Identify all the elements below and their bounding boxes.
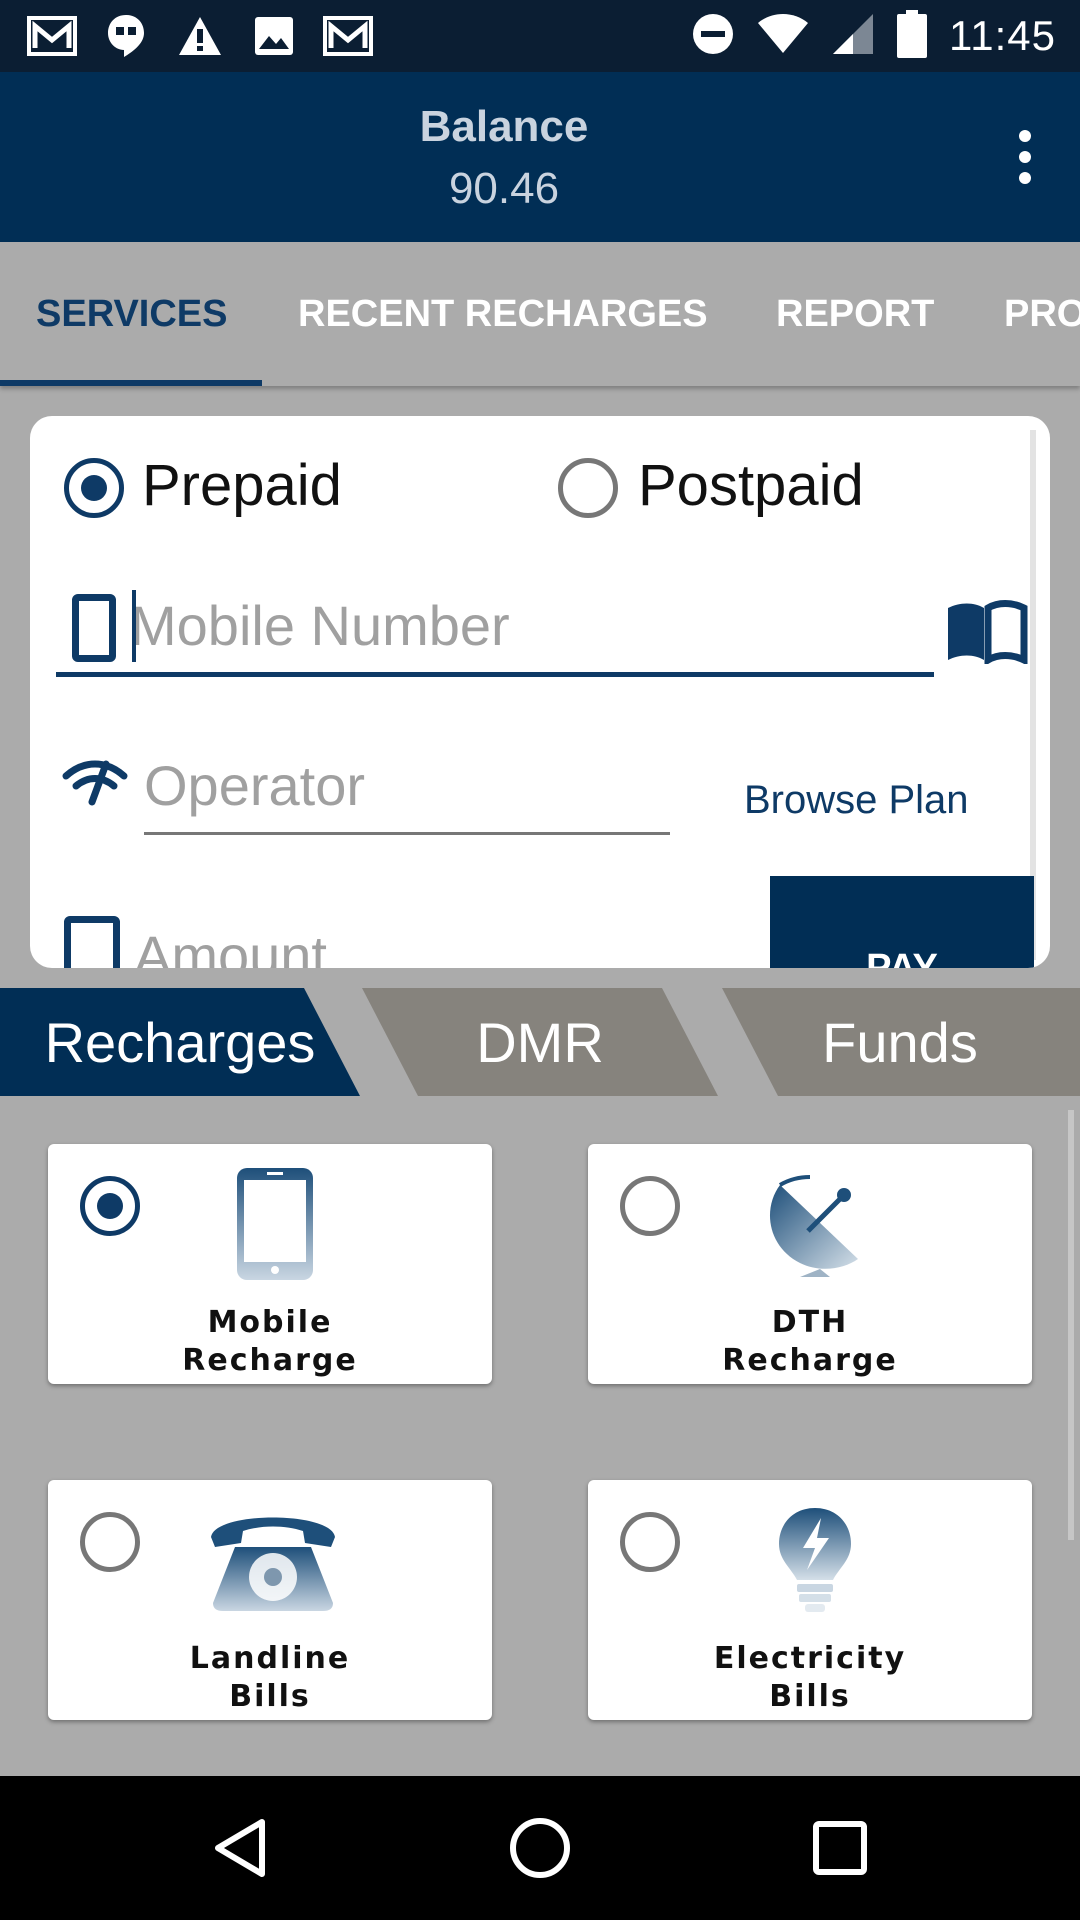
smartphone-icon: [220, 1164, 330, 1284]
recents-icon[interactable]: [790, 1806, 890, 1890]
operator-input[interactable]: Operator: [144, 746, 670, 826]
tab-recent-recharges[interactable]: RECENT RECHARGES: [298, 242, 708, 386]
mobile-recharge-radio[interactable]: [80, 1176, 140, 1236]
main-tabs: SERVICES RECENT RECHARGES REPORT PRO: [0, 242, 1080, 386]
lightbulb-icon: [760, 1500, 870, 1620]
alert-icon: [174, 12, 226, 60]
gmail-icon: [322, 12, 374, 60]
home-icon[interactable]: [490, 1806, 590, 1890]
telephone-icon: [198, 1500, 348, 1620]
amount-input[interactable]: Amount: [134, 916, 327, 968]
page-scrollbar[interactable]: [1068, 1110, 1074, 1540]
satellite-dish-icon: [760, 1164, 870, 1284]
hangouts-icon: [100, 12, 152, 60]
service-tile-dth-recharge[interactable]: DTH Recharge: [588, 1144, 1032, 1384]
electricity-bills-label: Electricity Bills: [713, 1641, 907, 1714]
tab-profile[interactable]: PRO: [1004, 242, 1080, 386]
image-icon: [248, 12, 300, 60]
contacts-book-icon[interactable]: [944, 600, 1028, 669]
balance-value: 90.46: [448, 164, 560, 213]
navigation-bar: [0, 1776, 1080, 1920]
service-tile-landline-bills[interactable]: Landline Bills: [48, 1480, 492, 1720]
amount-icon: [64, 916, 120, 968]
mobile-recharge-label: Mobile Recharge: [182, 1305, 358, 1378]
tab-report[interactable]: REPORT: [776, 242, 934, 386]
battery-icon: [897, 9, 927, 63]
operator-signal-icon: [62, 756, 128, 811]
browse-plan-link[interactable]: Browse Plan: [744, 778, 969, 823]
pay-button-label: PAY: [866, 947, 938, 968]
recharge-form-card: Prepaid Postpaid Mobile Number Operator …: [30, 416, 1050, 968]
tab-services[interactable]: SERVICES: [36, 242, 227, 386]
dth-recharge-radio[interactable]: [620, 1176, 680, 1236]
landline-bills-label: Landline Bills: [189, 1641, 351, 1714]
category-tab-recharges[interactable]: Recharges: [0, 988, 360, 1096]
category-tab-funds[interactable]: Funds: [750, 988, 1050, 1096]
prepaid-radio[interactable]: [64, 458, 124, 518]
landline-bills-radio[interactable]: [80, 1512, 140, 1572]
pay-button[interactable]: PAY: [770, 876, 1034, 968]
wifi-icon: [757, 13, 809, 60]
back-icon[interactable]: [190, 1806, 290, 1890]
app-bar: Balance 90.46: [0, 72, 1080, 242]
signal-icon: [831, 12, 875, 61]
category-tabs: Recharges DMR Funds: [0, 988, 1080, 1096]
active-tab-indicator: [0, 380, 262, 386]
text-cursor: [132, 590, 136, 662]
more-options-icon[interactable]: [1000, 122, 1050, 192]
system-status-icons: 11:45: [691, 8, 1056, 64]
service-tile-electricity-bills[interactable]: Electricity Bills: [588, 1480, 1032, 1720]
postpaid-radio[interactable]: [558, 458, 618, 518]
service-tile-mobile-recharge[interactable]: Mobile Recharge: [48, 1144, 492, 1384]
category-tab-dmr[interactable]: DMR: [390, 988, 690, 1096]
mobile-number-input[interactable]: Mobile Number: [130, 586, 830, 666]
prepaid-label[interactable]: Prepaid: [142, 452, 342, 519]
postpaid-label[interactable]: Postpaid: [638, 452, 864, 519]
gmail-icon: [26, 12, 78, 60]
dth-recharge-label: DTH Recharge: [722, 1305, 898, 1378]
notification-icons: [26, 12, 374, 60]
operator-underline: [144, 832, 670, 835]
electricity-bills-radio[interactable]: [620, 1512, 680, 1572]
mobile-number-underline: [56, 672, 934, 677]
balance-label: Balance: [419, 102, 589, 151]
phone-icon: [72, 594, 116, 662]
do-not-disturb-icon: [691, 12, 735, 61]
clock: 11:45: [949, 12, 1056, 59]
status-bar: 11:45: [0, 0, 1080, 72]
